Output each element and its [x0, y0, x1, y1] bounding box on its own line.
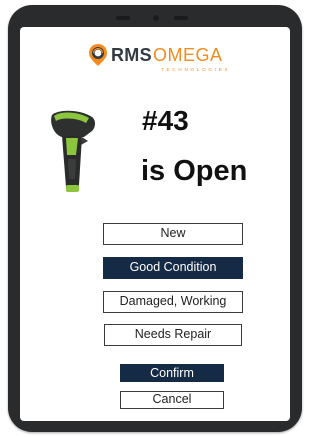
condition-option-new[interactable]: New [103, 223, 243, 245]
condition-option-needs-repair[interactable]: Needs Repair [104, 324, 242, 346]
cancel-button[interactable]: Cancel [120, 391, 224, 409]
location-pin-icon [89, 44, 107, 66]
condition-option-good-condition[interactable]: Good Condition [103, 257, 243, 279]
confirm-button[interactable]: Confirm [120, 364, 224, 382]
condition-option-damaged-working[interactable]: Damaged, Working [103, 291, 243, 313]
sensor-icon [116, 16, 130, 20]
brand-logo: RMS OMEGA TECHNOLOGIES [87, 41, 257, 75]
app-screen: RMS OMEGA TECHNOLOGIES #43 is Open New G… [20, 27, 290, 421]
barcode-scanner-icon [51, 110, 95, 192]
tablet-frame: RMS OMEGA TECHNOLOGIES #43 is Open New G… [8, 5, 302, 432]
brand-name-primary: RMS [111, 45, 152, 65]
page: RMS OMEGA TECHNOLOGIES #43 is Open New G… [0, 0, 311, 437]
brand-tagline: TECHNOLOGIES [161, 67, 231, 72]
camera-icon [153, 15, 159, 21]
sensor-icon [174, 16, 188, 20]
tablet-top-bezel [8, 5, 302, 29]
device-status: is Open [141, 155, 248, 187]
device-number: #43 [142, 105, 189, 136]
brand-name-accent: OMEGA [153, 45, 223, 65]
